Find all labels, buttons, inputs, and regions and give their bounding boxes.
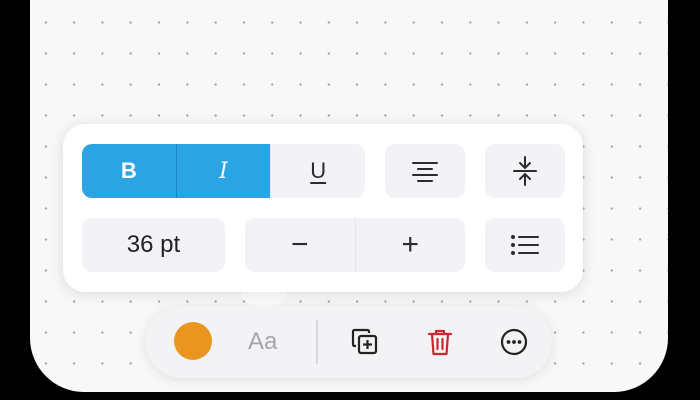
vertical-center-button[interactable]: [485, 144, 565, 198]
align-center-button[interactable]: [385, 144, 465, 198]
bold-button[interactable]: B: [82, 144, 176, 198]
font-size-stepper: − +: [245, 218, 465, 272]
duplicate-icon[interactable]: [350, 327, 380, 357]
italic-button[interactable]: I: [175, 144, 271, 198]
toolbar-divider: [316, 320, 318, 364]
more-icon[interactable]: [499, 327, 529, 357]
align-center-icon: [412, 162, 438, 182]
vertical-center-icon: [513, 156, 537, 186]
decrease-size-button[interactable]: −: [245, 218, 355, 272]
text-style-segment: B I U: [82, 144, 365, 198]
app-stage: B I U 36 pt − + Aa: [0, 0, 700, 400]
format-popover: B I U 36 pt − +: [63, 124, 583, 292]
text-style-button[interactable]: Aa: [248, 328, 277, 356]
object-toolbar: Aa: [146, 306, 552, 378]
font-size-value: 36 pt: [126, 231, 181, 258]
list-button[interactable]: [485, 218, 565, 272]
underline-button[interactable]: U: [270, 144, 365, 198]
list-icon: [511, 235, 539, 255]
trash-icon[interactable]: [425, 327, 455, 357]
color-swatch[interactable]: [174, 322, 212, 360]
increase-size-button[interactable]: +: [354, 218, 465, 272]
font-size-field[interactable]: 36 pt: [82, 218, 225, 272]
